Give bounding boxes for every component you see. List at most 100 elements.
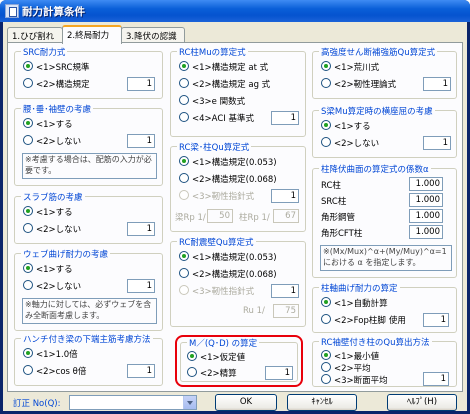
- slab-value-input[interactable]: 1: [127, 222, 155, 236]
- tab-panel: SRC耐力式 <1>SRC規準 <2>構造規定 1 腰･垂･袖壁の考慮 <1>す…: [7, 42, 463, 392]
- group-rc-wall: RC耐震壁Qu算定式 <1>構造規定(0.053) <2>構造規定(0.068)…: [170, 236, 306, 327]
- rcmu-opt1[interactable]: <1>構造規定 at 式: [179, 61, 268, 73]
- chevron-down-icon[interactable]: [183, 396, 196, 409]
- radio-icon: [321, 350, 331, 360]
- web-opt2[interactable]: <2>しない: [23, 280, 81, 292]
- option-label-suffix: 使用: [388, 316, 406, 326]
- group-src-formula: SRC耐力式 <1>SRC規準 <2>構造規定 1: [14, 46, 163, 99]
- sbeam-opt1[interactable]: <1>する: [321, 120, 371, 132]
- rcside-opt1[interactable]: <1>最小値: [321, 350, 379, 362]
- group-title: スラブ筋の考慮: [21, 191, 85, 203]
- rcmu-opt2[interactable]: <2>構造規定 ag 式: [179, 78, 270, 90]
- coef-label-src: SRC柱: [321, 197, 347, 207]
- dialog-footer: 訂正 No(Q): OK ｷｬﾝｾﾙ ﾍﾙﾌﾟ(H): [3, 394, 467, 411]
- rcside-opt2[interactable]: <2>平均: [321, 362, 371, 374]
- option-label: <2>しない: [334, 139, 380, 149]
- revision-label: 訂正 No(Q):: [13, 399, 61, 409]
- radio-icon: [321, 137, 331, 147]
- hs-opt2[interactable]: <2>靭性理論式: [321, 78, 396, 90]
- hs-opt1[interactable]: <1>荒川式: [321, 61, 379, 73]
- radio-icon: [321, 314, 331, 324]
- tab-crack[interactable]: 1.ひび割れ: [7, 27, 63, 43]
- group-title: 柱軸曲げ耐力の算定: [319, 282, 400, 294]
- rp-col-label: 柱Rp 1/: [239, 213, 270, 223]
- option-label: <4>ACI 基準式: [192, 114, 254, 124]
- src-opt1[interactable]: <1>SRC規準: [23, 61, 89, 73]
- rcside-value-input[interactable]: 1: [423, 372, 449, 386]
- rcmu-value-input[interactable]: 1: [271, 111, 299, 125]
- sbeam-value-input[interactable]: 1: [423, 136, 451, 150]
- radio-icon: [23, 135, 33, 145]
- radio-icon: [179, 173, 189, 183]
- option-label: <3>靭性指針式: [192, 192, 255, 202]
- coef-input-square-tube[interactable]: 1.000: [409, 209, 443, 223]
- radio-icon: [321, 297, 331, 307]
- option-label: <1>する: [36, 120, 73, 130]
- option-label: <2>Fop柱脚: [334, 316, 386, 326]
- radio-icon: [179, 251, 189, 261]
- group-title: RC梁･柱Qu算定式: [177, 141, 252, 153]
- rcwall-value-input[interactable]: 1: [271, 284, 299, 298]
- slab-opt1[interactable]: <1>する: [23, 206, 73, 218]
- option-label: <1>1.0倍: [36, 350, 78, 360]
- rcside-opt3[interactable]: <3>断面平均: [321, 374, 388, 386]
- option-label: <1>構造規定(0.053): [192, 158, 277, 168]
- haunch-opt2[interactable]: <2>cos θ倍: [23, 365, 86, 377]
- slab-opt2[interactable]: <2>しない: [23, 223, 81, 235]
- tab-ultimate[interactable]: 2.終局耐力: [62, 25, 122, 44]
- radio-icon: [179, 190, 189, 200]
- ok-button[interactable]: OK: [215, 394, 277, 411]
- colbend-value-input[interactable]: 1: [423, 313, 449, 327]
- group-rc-qu: RC梁･柱Qu算定式 <1>構造規定(0.053) <2>構造規定(0.068)…: [170, 141, 306, 232]
- rcwall-opt3[interactable]: <3>靭性指針式: [179, 285, 254, 297]
- rcwall-opt2[interactable]: <2>構造規定(0.068): [179, 268, 277, 280]
- hs-value-input[interactable]: 1: [423, 77, 451, 91]
- radio-icon: [321, 362, 331, 372]
- option-label: <2>しない: [36, 137, 82, 147]
- rcmu-opt3[interactable]: <3>e 関数式: [179, 95, 245, 107]
- ru-input[interactable]: 75: [273, 304, 299, 318]
- rcwall-opt1[interactable]: <1>構造規定(0.053): [179, 251, 277, 263]
- option-label: <1>SRC規準: [36, 63, 90, 73]
- waist-opt2[interactable]: <2>しない: [23, 135, 81, 147]
- coef-input-rc[interactable]: 1.000: [409, 177, 443, 191]
- coef-input-src[interactable]: 1.000: [409, 193, 443, 207]
- waist-value-input[interactable]: 1: [127, 134, 155, 148]
- rcqu-opt1[interactable]: <1>構造規定(0.053): [179, 156, 277, 168]
- src-value-input[interactable]: 1: [127, 77, 155, 91]
- rp-col-input[interactable]: 67: [273, 209, 299, 223]
- dialog-client: 1.ひび割れ 2.終局耐力 3.降伏の認識 SRC耐力式 <1>SRC規準 <2…: [3, 22, 467, 411]
- colbend-opt2[interactable]: <2>Fop柱脚 使用: [321, 314, 406, 326]
- haunch-value-input[interactable]: 1: [127, 364, 155, 378]
- waist-opt1[interactable]: <1>する: [23, 118, 73, 130]
- colbend-opt1[interactable]: <1>自動計算: [321, 297, 388, 309]
- group-slab: スラブ筋の考慮 <1>する <2>しない 1: [14, 191, 163, 244]
- radio-icon: [23, 61, 33, 71]
- help-button[interactable]: ﾍﾙﾌﾟ(H): [387, 394, 457, 411]
- rcqu-value-input[interactable]: 1: [271, 189, 299, 203]
- rcmu-opt4[interactable]: <4>ACI 基準式: [179, 112, 254, 124]
- rcqu-opt3[interactable]: <3>靭性指針式: [179, 190, 254, 202]
- group-title: 高強度せん断補強筋Qu算定式: [319, 46, 438, 58]
- radio-icon: [23, 280, 33, 290]
- radio-icon: [23, 118, 33, 128]
- coef-input-cft[interactable]: 1.000: [409, 225, 443, 239]
- cancel-button[interactable]: ｷｬﾝｾﾙ: [287, 394, 357, 411]
- group-rc-mu: RC柱Muの算定式 <1>構造規定 at 式 <2>構造規定 ag 式 <3>e…: [170, 46, 306, 137]
- rcqu-opt2[interactable]: <2>構造規定(0.068): [179, 173, 277, 185]
- option-label: <2>構造規定: [36, 80, 90, 90]
- web-opt1[interactable]: <1>する: [23, 263, 73, 275]
- sbeam-opt2[interactable]: <2>しない: [321, 137, 379, 149]
- revision-combo[interactable]: [69, 395, 197, 410]
- rp-beam-input[interactable]: 50: [207, 209, 233, 223]
- coef-label-rc: RC柱: [321, 181, 341, 191]
- group-title: 腰･垂･袖壁の考慮: [21, 103, 94, 115]
- web-value-input[interactable]: 1: [127, 279, 155, 293]
- tab-yield[interactable]: 3.降伏の認識: [121, 27, 185, 43]
- haunch-opt1[interactable]: <1>1.0倍: [23, 348, 78, 360]
- radio-icon: [179, 78, 189, 88]
- option-label: <2>靭性理論式: [334, 80, 397, 90]
- src-opt2[interactable]: <2>構造規定: [23, 78, 90, 90]
- option-label: <2>平均: [334, 364, 371, 374]
- group-title: ハンチ付き梁の下端主筋考慮方法: [21, 333, 153, 345]
